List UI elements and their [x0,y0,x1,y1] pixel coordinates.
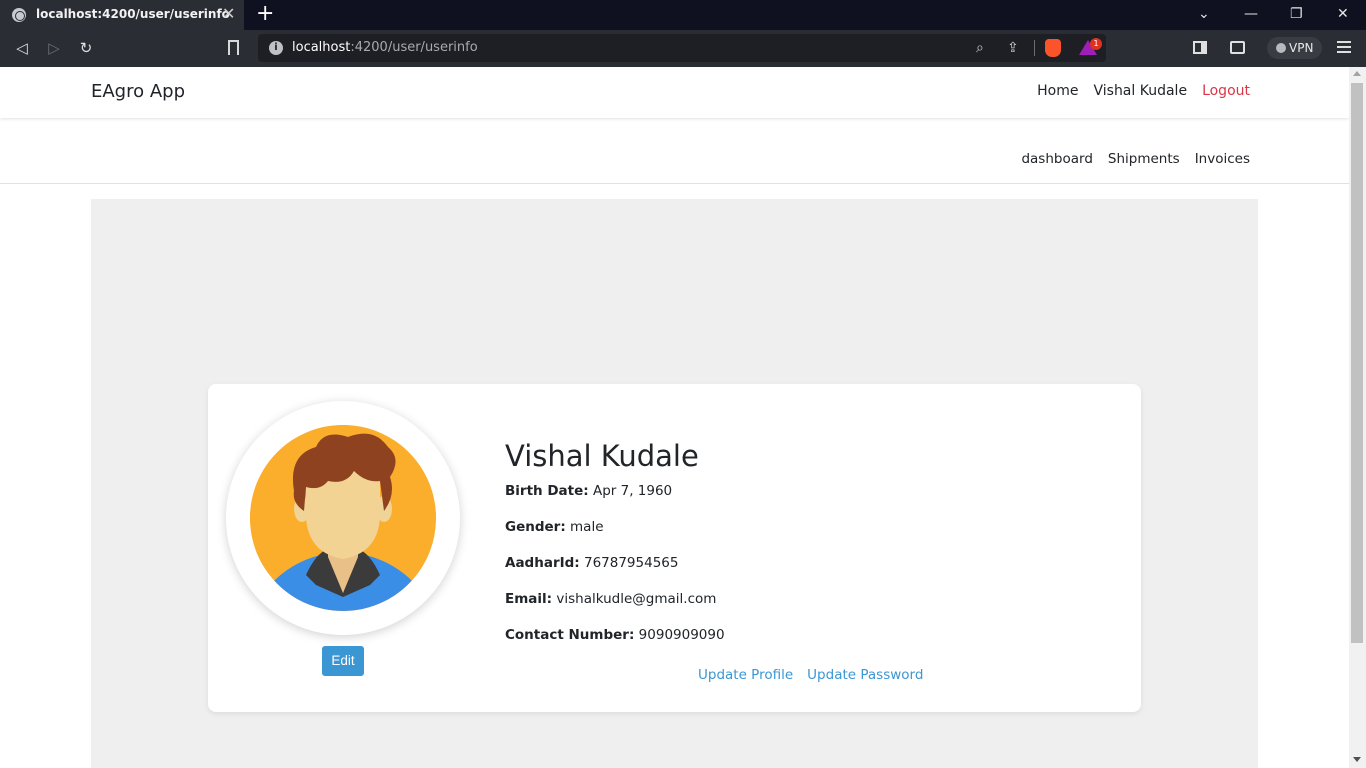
url-text[interactable]: localhost:4200/user/userinfo [292,40,478,55]
url-divider [1034,40,1035,56]
email-value: vishalkudle@gmail.com [556,591,717,607]
share-icon[interactable]: ⇪ [1007,39,1019,57]
browser-tab[interactable]: localhost:4200/user/userinfo ✕ [0,0,244,30]
brand-logo-text[interactable]: EAgro App [91,81,185,102]
nav-link-user[interactable]: Vishal Kudale [1093,83,1187,99]
vpn-status-icon [1276,43,1286,53]
top-navbar: EAgro App Home Vishal Kudale Logout [0,67,1349,118]
bookmark-icon[interactable] [228,40,239,60]
profile-name: Vishal Kudale [505,439,699,473]
address-bar[interactable]: i localhost:4200/user/userinfo ⌕ ⇪ 1 [258,34,1106,62]
nav-link-dashboard[interactable]: dashboard [1021,151,1092,167]
info-email: Email: vishalkudle@gmail.com [505,591,716,607]
close-tab-icon[interactable]: ✕ [222,5,235,23]
page: EAgro App Home Vishal Kudale Logout dash… [0,67,1349,768]
menu-icon[interactable] [1337,41,1351,53]
nav-link-shipments[interactable]: Shipments [1108,151,1180,167]
browser-tabstrip: localhost:4200/user/userinfo ✕ + ⌄ — ❐ ✕ [0,0,1366,30]
site-info-icon[interactable]: i [269,41,283,55]
vpn-label: VPN [1289,41,1314,55]
info-aadhar-id: AadharId: 76787954565 [505,555,678,571]
gender-value: male [570,519,604,535]
secondary-nav: dashboard Shipments Invoices [0,118,1349,184]
gender-label: Gender: [505,519,566,535]
nav-link-home[interactable]: Home [1037,83,1078,99]
globe-icon [12,8,26,22]
scroll-down-icon[interactable] [1353,757,1361,762]
zoom-icon[interactable]: ⌕ [976,39,984,57]
restore-icon[interactable]: ❐ [1290,5,1303,23]
page-scrollbar[interactable] [1349,67,1366,768]
brave-shields-icon[interactable] [1045,39,1061,57]
rewards-badge: 1 [1090,38,1102,50]
forward-icon[interactable]: ▷ [44,38,64,58]
minimize-icon[interactable]: — [1244,5,1258,23]
user-avatar-icon [250,425,436,611]
contact-number-label: Contact Number: [505,627,635,643]
scrollbar-thumb[interactable] [1351,83,1363,643]
reload-icon[interactable]: ↻ [76,38,96,58]
avatar [250,425,436,611]
vpn-button[interactable]: VPN [1267,37,1322,59]
tab-title: localhost:4200/user/userinfo [36,7,230,21]
birth-date-label: Birth Date: [505,483,589,499]
main-content: Edit Vishal Kudale Birth Date: Apr 7, 19… [91,199,1258,768]
new-tab-icon[interactable]: + [256,3,274,25]
close-window-icon[interactable]: ✕ [1337,5,1349,23]
info-birth-date: Birth Date: Apr 7, 1960 [505,483,672,499]
wallet-icon[interactable] [1230,41,1245,54]
secondary-nav-links: dashboard Shipments Invoices [1021,151,1250,167]
edit-button[interactable]: Edit [322,646,364,676]
email-label: Email: [505,591,553,607]
browser-toolbar: ◁ ▷ ↻ i localhost:4200/user/userinfo ⌕ ⇪… [0,30,1366,67]
tab-search-icon[interactable]: ⌄ [1198,5,1210,23]
profile-card: Edit Vishal Kudale Birth Date: Apr 7, 19… [208,384,1141,712]
sidebar-icon[interactable] [1193,41,1207,54]
scroll-up-icon[interactable] [1353,71,1361,76]
birth-date-value: Apr 7, 1960 [592,483,673,499]
aadhar-id-value: 76787954565 [583,555,679,571]
info-gender: Gender: male [505,519,604,535]
back-icon[interactable]: ◁ [12,38,32,58]
aadhar-id-label: AadharId: [505,555,580,571]
avatar-frame [226,401,460,635]
nav-link-logout[interactable]: Logout [1202,83,1250,99]
contact-number-value: 9090909090 [638,627,725,643]
nav-link-invoices[interactable]: Invoices [1195,151,1250,167]
profile-actions: Update Profile Update Password [698,667,923,683]
update-password-link[interactable]: Update Password [807,667,923,683]
info-contact-number: Contact Number: 9090909090 [505,627,725,643]
nav-links: Home Vishal Kudale Logout [1037,83,1250,99]
update-profile-link[interactable]: Update Profile [698,667,793,683]
